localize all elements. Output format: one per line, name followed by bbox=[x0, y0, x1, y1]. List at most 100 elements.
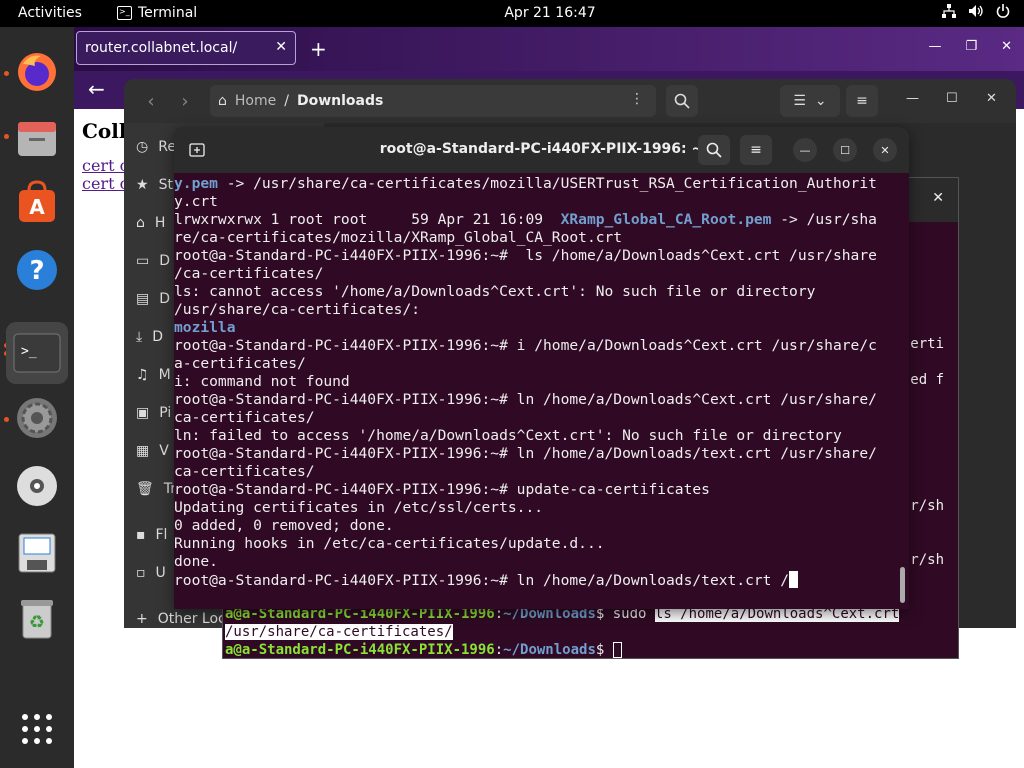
close-icon[interactable]: ✕ bbox=[986, 91, 997, 106]
close-icon[interactable]: ✕ bbox=[275, 39, 287, 55]
trash-icon[interactable]: ♻ bbox=[12, 593, 62, 643]
power-icon bbox=[996, 4, 1010, 22]
terminal-line: 0 added, 0 removed; done. bbox=[174, 517, 394, 535]
floppy-icon: ▪ bbox=[136, 527, 146, 543]
terminal-text: lrwxrwxrwx 1 root root 59 Apr 21 16:09 bbox=[174, 211, 561, 228]
sidebar-item-label: H bbox=[154, 215, 166, 231]
terminal-line: /ca-certificates/ bbox=[174, 265, 323, 283]
sidebar-item-pictures[interactable]: ▣ Pi bbox=[136, 405, 171, 421]
path-home[interactable]: Home bbox=[235, 93, 276, 109]
sidebar-item-recent[interactable]: ◷ Re bbox=[136, 139, 176, 155]
home-icon: ⌂ bbox=[136, 215, 145, 231]
firefox-icon[interactable] bbox=[12, 47, 62, 97]
disc-icon[interactable] bbox=[12, 461, 62, 511]
settings-icon[interactable] bbox=[12, 393, 62, 443]
help-icon[interactable]: ? bbox=[12, 245, 62, 295]
search-icon[interactable] bbox=[666, 85, 698, 117]
path-bar[interactable]: ⌂ Home / Downloads ⋮ bbox=[210, 85, 656, 117]
terminal-text: root@a-Standard-PC-i440FX-PIIX-1996:~# l… bbox=[174, 445, 877, 462]
dock: A ? >_ ♻ bbox=[0, 27, 74, 768]
terminal-text: root@a-Standard-PC-i440FX-PIIX-1996:~# u… bbox=[174, 481, 710, 498]
hamburger-menu-icon[interactable]: ≡ bbox=[846, 85, 878, 117]
running-indicator bbox=[4, 71, 9, 76]
terminal-text: /usr/share/ca-certificates/: bbox=[174, 301, 421, 318]
path-current[interactable]: Downloads bbox=[297, 93, 383, 109]
sidebar-item-music[interactable]: ♫ M bbox=[136, 367, 171, 383]
svg-text:♻: ♻ bbox=[29, 612, 45, 633]
terminal-text-fragment: r/sh bbox=[910, 552, 944, 568]
terminal-line: a-certificates/ bbox=[174, 355, 306, 373]
view-toggle-button[interactable]: ☰ ⌄ bbox=[780, 85, 840, 117]
terminal-icon[interactable]: >_ bbox=[6, 322, 68, 384]
terminal-line: /usr/share/ca-certificates/: bbox=[174, 301, 420, 319]
files-icon[interactable] bbox=[12, 113, 62, 163]
maximize-icon[interactable]: ☐ bbox=[946, 91, 958, 106]
sidebar-item-label: Other Loc bbox=[157, 611, 226, 627]
cert-link[interactable]: cert c bbox=[82, 175, 129, 193]
terminal-text-fragment: r/sh bbox=[910, 498, 944, 514]
minimize-icon[interactable]: — bbox=[928, 39, 941, 54]
back-icon[interactable]: ‹ bbox=[136, 86, 166, 116]
volume-icon bbox=[968, 4, 984, 22]
terminal-text: i: command not found bbox=[174, 373, 350, 390]
close-icon[interactable]: ✕ bbox=[1001, 39, 1012, 54]
recent-icon: ◷ bbox=[136, 139, 149, 155]
videos-icon: ▦ bbox=[136, 443, 150, 459]
cert-link[interactable]: cert c bbox=[82, 157, 129, 175]
terminal-text: Updating certificates in /etc/ssl/certs.… bbox=[174, 499, 544, 516]
sidebar-item-label: V bbox=[159, 443, 169, 459]
search-icon[interactable] bbox=[698, 135, 730, 165]
terminal-output[interactable]: y.pem -> /usr/share/ca-certificates/mozi… bbox=[174, 175, 902, 609]
sidebar-item-videos[interactable]: ▦ V bbox=[136, 443, 169, 459]
app-center-icon[interactable]: A bbox=[12, 177, 62, 227]
sidebar-item-label: U bbox=[155, 565, 166, 581]
system-tray[interactable] bbox=[942, 4, 1010, 22]
sidebar-item-documents[interactable]: ▤ D bbox=[136, 291, 170, 307]
browser-window-controls: — ❐ ✕ bbox=[928, 39, 1012, 54]
svg-text:?: ? bbox=[29, 256, 44, 286]
sidebar-item-downloads[interactable]: ⤓ D bbox=[136, 329, 163, 345]
prompt-path: ~/Downloads bbox=[503, 642, 596, 658]
terminal-line: y.pem -> /usr/share/ca-certificates/mozi… bbox=[174, 175, 877, 193]
maximize-icon[interactable]: ☐ bbox=[833, 138, 857, 162]
terminal-line: re/ca-certificates/mozilla/XRamp_Global_… bbox=[174, 229, 622, 247]
sidebar-item-starred[interactable]: ★ St bbox=[136, 177, 173, 193]
top-bar: Activities >_ Terminal Apr 21 16:47 bbox=[0, 0, 1024, 27]
maximize-icon[interactable]: ❐ bbox=[965, 39, 977, 54]
show-apps-icon[interactable] bbox=[12, 704, 62, 754]
terminal-line: ca-certificates/ bbox=[174, 463, 315, 481]
minimize-icon[interactable]: — bbox=[906, 91, 919, 106]
home-icon: ⌂ bbox=[218, 93, 227, 109]
files-headerbar: ‹ › ⌂ Home / Downloads ⋮ ☰ ⌄ ≡ — ☐ ✕ bbox=[124, 79, 1016, 123]
clock[interactable]: Apr 21 16:47 bbox=[0, 5, 1024, 21]
sidebar-item-usb[interactable]: ▫ U bbox=[136, 565, 166, 581]
close-icon[interactable]: ✕ bbox=[932, 190, 944, 206]
page-content: Coll cert c cert c bbox=[82, 119, 129, 193]
sidebar-item-other-locations[interactable]: + Other Loc bbox=[136, 611, 226, 627]
sidebar-item-label: D bbox=[152, 329, 163, 345]
sidebar-item-floppy[interactable]: ▪ Fl bbox=[136, 527, 167, 543]
terminal-text: -> /usr/sha bbox=[771, 211, 877, 228]
forward-icon[interactable]: › bbox=[170, 86, 200, 116]
trash-icon: 🗑 bbox=[136, 481, 154, 497]
scrollbar[interactable] bbox=[900, 567, 905, 603]
path-separator: / bbox=[284, 93, 289, 109]
terminal-text: root@a-Standard-PC-i440FX-PIIX-1996:~# i… bbox=[174, 337, 877, 354]
browser-tab[interactable]: router.collabnet.local/ ✕ bbox=[76, 31, 296, 65]
terminal-line: lrwxrwxrwx 1 root root 59 Apr 21 16:09 X… bbox=[174, 211, 877, 229]
close-icon[interactable]: ✕ bbox=[873, 138, 897, 162]
sidebar-item-label: D bbox=[159, 291, 171, 307]
running-indicator bbox=[4, 417, 9, 422]
minimize-icon[interactable]: — bbox=[793, 138, 817, 162]
back-arrow-icon[interactable]: ← bbox=[88, 77, 105, 101]
hamburger-menu-icon[interactable]: ≡ bbox=[740, 135, 772, 165]
terminal-line: a@a-Standard-PC-i440FX-PIIX-1996:~/Downl… bbox=[225, 642, 622, 658]
sidebar-item-trash[interactable]: 🗑 Tr bbox=[136, 481, 176, 497]
sidebar-item-home[interactable]: ⌂ H bbox=[136, 215, 165, 231]
sidebar-item-desktop[interactable]: ▭ D bbox=[136, 253, 170, 269]
kebab-menu-icon[interactable]: ⋮ bbox=[630, 91, 644, 107]
new-tab-button[interactable]: + bbox=[310, 37, 327, 61]
terminal-text: root@a-Standard-PC-i440FX-PIIX-1996:~# l… bbox=[174, 247, 877, 264]
save-icon[interactable] bbox=[12, 527, 62, 577]
sidebar-item-label: Fl bbox=[155, 527, 168, 543]
